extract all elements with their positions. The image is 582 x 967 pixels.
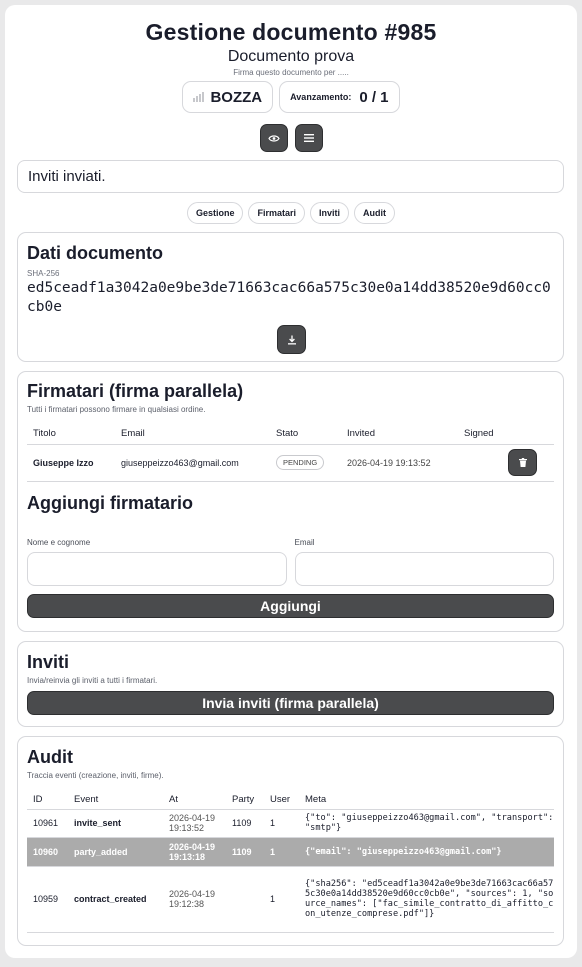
invites-card: Inviti Invia/reinvia gli inviti a tutti … [17, 641, 564, 727]
sha-value: ed5ceadf1a3042a0e9be3de71663cac66a575c30… [27, 280, 551, 315]
preview-button[interactable] [259, 124, 288, 152]
audit-id: 10959 [27, 866, 68, 933]
audit-card: Audit Traccia eventi (creazione, inviti,… [17, 736, 564, 946]
column-header: Party [226, 790, 264, 810]
status-badge: PENDING [276, 455, 325, 470]
progress-label: Avanzamento: [290, 92, 352, 102]
page: Gestione documento #985 Documento prova … [5, 5, 577, 958]
sha-label: SHA-256 [27, 269, 60, 278]
add-signer-button[interactable]: Aggiungi [27, 593, 554, 618]
signer-status-cell: PENDING [270, 444, 341, 482]
table-row: 10960 party_added 2026-04-19 19:13:18 11… [27, 837, 554, 867]
column-header: Event [68, 790, 163, 810]
audit-party [226, 866, 264, 933]
column-header: Invited [341, 424, 458, 445]
audit-at: 2026-04-19 19:13:52 [163, 809, 226, 838]
signers-card: Firmatari (firma parallela) Tutti i firm… [17, 371, 564, 632]
audit-event: contract_created [68, 866, 163, 933]
signers-heading: Firmatari (firma parallela) [27, 381, 244, 401]
signer-email: giuseppeizzo463@gmail.com [115, 444, 270, 482]
delete-signer-button[interactable] [508, 449, 537, 476]
signer-invited: 2026-04-19 19:13:52 [341, 444, 458, 482]
audit-header-row: ID Event At Party User Meta [27, 790, 554, 810]
signer-signed-cell [458, 444, 554, 482]
tab-gestione[interactable]: Gestione [186, 202, 244, 224]
document-heading: Dati documento [27, 243, 164, 263]
status-pill: BOZZA [182, 81, 274, 113]
email-label: Email [294, 537, 315, 547]
status-badge: BOZZA [210, 88, 263, 106]
audit-event: invite_sent [68, 809, 163, 838]
add-signer-heading: Aggiungi firmatario [27, 492, 193, 513]
name-input[interactable] [27, 551, 287, 586]
audit-meta: {"to": "giuseppeizzo463@gmail.com", "tra… [299, 809, 554, 838]
section-tabs: Gestione Firmatari Inviti Audit [5, 202, 577, 224]
action-icons [5, 124, 577, 152]
audit-at: 2026-04-19 19:13:18 [163, 837, 226, 867]
status-row: BOZZA Avanzamento: 0 / 1 [5, 81, 577, 113]
audit-event: party_added [68, 837, 163, 867]
column-header: Stato [270, 424, 341, 445]
audit-user: 1 [264, 837, 299, 867]
email-input[interactable] [294, 551, 554, 586]
audit-meta: {"email": "giuseppeizzo463@gmail.com"} [299, 837, 554, 867]
name-group: Nome e cognome [27, 538, 287, 586]
audit-heading: Audit [27, 747, 73, 767]
tab-firmatari[interactable]: Firmatari [248, 202, 305, 224]
audit-at: 2026-04-19 19:12:38 [163, 866, 226, 933]
table-row: Giuseppe Izzo giuseppeizzo463@gmail.com … [27, 444, 554, 482]
invites-heading: Inviti [27, 652, 70, 672]
audit-party: 1109 [226, 837, 264, 867]
document-card: Dati documento SHA-256 ed5ceadf1a3042a0e… [17, 232, 564, 362]
flash-message: Inviti inviati. [17, 160, 564, 193]
menu-button[interactable] [294, 124, 323, 152]
column-header: Email [115, 424, 270, 445]
download-icon [287, 335, 296, 344]
audit-table: ID Event At Party User Meta 10961 invite… [27, 790, 554, 933]
email-group: Email [294, 537, 554, 586]
progress-pill: Avanzamento: 0 / 1 [279, 81, 400, 113]
table-row: 10959 contract_created 2026-04-19 19:12:… [27, 866, 554, 933]
invites-description: Invia/reinvia gli inviti a tutti i firma… [27, 676, 158, 685]
column-header: At [163, 790, 226, 810]
column-header: ID [27, 790, 68, 810]
eye-icon [267, 134, 280, 142]
trash-icon [518, 458, 527, 467]
audit-party: 1109 [226, 809, 264, 838]
audit-id: 10960 [27, 837, 68, 867]
signers-description: Tutti i firmatari possono firmare in qua… [27, 405, 206, 414]
tab-audit[interactable]: Audit [354, 202, 396, 224]
signal-bars-icon [193, 92, 205, 102]
audit-description: Traccia eventi (creazione, inviti, firme… [27, 771, 164, 780]
header: Gestione documento #985 Documento prova … [5, 5, 577, 77]
audit-user: 1 [264, 866, 299, 933]
audit-meta: {"sha256": "ed5ceadf1a3042a0e9be3de71663… [299, 866, 554, 933]
menu-icon [303, 134, 314, 142]
column-header: User [264, 790, 299, 810]
audit-user: 1 [264, 809, 299, 838]
add-signer-form: Nome e cognome Email [27, 538, 554, 586]
column-header: Meta [299, 790, 554, 810]
tab-inviti[interactable]: Inviti [310, 202, 350, 224]
audit-id: 10961 [27, 809, 68, 838]
signer-name: Giuseppe Izzo [27, 444, 115, 482]
send-invites-button[interactable]: Invia inviti (firma parallela) [27, 691, 554, 715]
document-hint: Firma questo documento per ..... [233, 68, 349, 77]
table-row: 10961 invite_sent 2026-04-19 19:13:52 11… [27, 809, 554, 838]
document-subtitle: Documento prova [227, 48, 355, 65]
column-header: Signed [458, 424, 554, 445]
download-button[interactable] [277, 325, 306, 354]
column-header: Titolo [27, 424, 115, 445]
page-title: Gestione documento #985 [145, 19, 437, 45]
signers-header-row: Titolo Email Stato Invited Signed [27, 424, 554, 445]
name-label: Nome e cognome [27, 537, 91, 547]
signers-table: Titolo Email Stato Invited Signed Giusep… [27, 424, 554, 482]
progress-value: 0 / 1 [359, 88, 389, 106]
